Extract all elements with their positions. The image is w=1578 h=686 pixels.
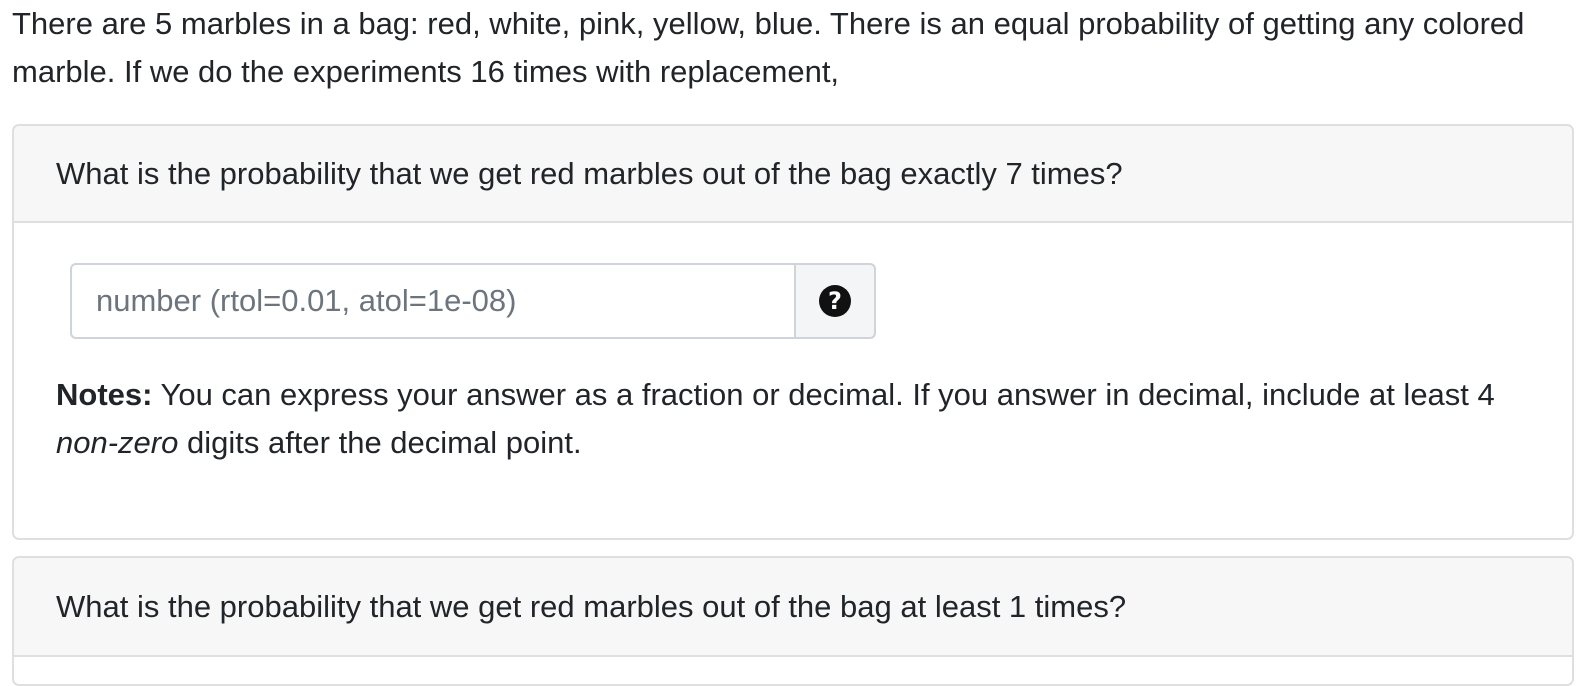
question-card-1: What is the probability that we get red …	[12, 124, 1574, 540]
question-circle-icon: ?	[819, 285, 851, 317]
notes-emphasis: non-zero	[56, 425, 179, 460]
help-button[interactable]: ?	[794, 263, 876, 339]
question-prompt-1: What is the probability that we get red …	[56, 155, 1123, 191]
question-header-1: What is the probability that we get red …	[14, 126, 1572, 223]
answer-input-group: ?	[70, 263, 876, 339]
question-card-2: What is the probability that we get red …	[12, 556, 1574, 686]
question-header-2: What is the probability that we get red …	[14, 558, 1572, 657]
answer-input[interactable]	[70, 263, 794, 339]
answer-notes: Notes: You can express your answer as a …	[56, 371, 1536, 467]
notes-text-part-1: You can express your answer as a fractio…	[152, 377, 1495, 412]
problem-statement: There are 5 marbles in a bag: red, white…	[12, 6, 1525, 89]
question-prompt-2: What is the probability that we get red …	[56, 588, 1127, 624]
notes-label: Notes:	[56, 377, 153, 412]
notes-text-part-2: digits after the decimal point.	[178, 425, 582, 460]
